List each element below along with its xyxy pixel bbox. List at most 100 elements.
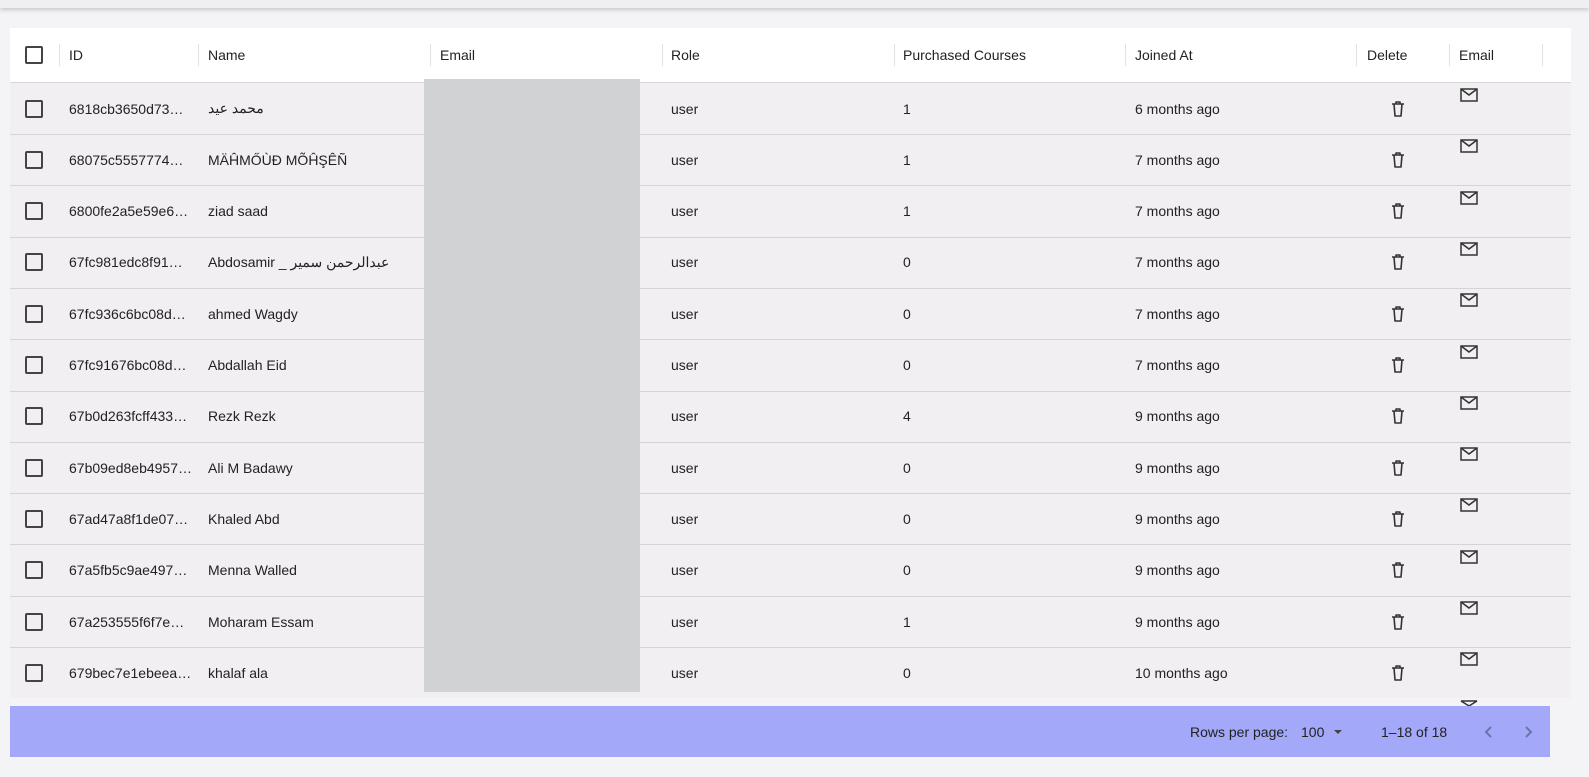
row-checkbox[interactable] [25,545,43,596]
column-separator[interactable] [1356,44,1357,66]
row-checkbox[interactable] [25,288,43,339]
user-role-cell: user [671,664,699,681]
column-header-email-action[interactable]: Email [1459,28,1494,82]
table-row[interactable]: 67fc981edc8f91… Abdosamir _ عبدالرحمن سم… [10,237,1571,289]
row-checkbox[interactable] [25,596,43,647]
joined-at-cell: 10 months ago [1135,664,1228,681]
column-separator[interactable] [894,44,895,66]
table-row[interactable]: 67b09ed8eb4957… Ali M Badawy user 0 9 mo… [10,442,1571,495]
table-row[interactable]: 679bec7e1ebeea… khalaf ala user 0 10 mon… [10,647,1571,698]
column-header-email[interactable]: Email [440,28,475,82]
trash-icon[interactable] [1390,596,1406,647]
purchased-courses-cell: 1 [903,613,911,630]
mail-icon[interactable] [1460,134,1478,185]
row-checkbox[interactable] [25,647,43,698]
user-role-cell: user [671,305,699,322]
user-id-cell: 67b0d263fcff433… [69,408,188,425]
table-row[interactable]: 6800fe2a5e59e6… ziad saad user 1 7 month… [10,186,1571,238]
mail-icon[interactable] [1460,340,1478,391]
column-separator[interactable] [59,44,60,66]
select-all-checkbox[interactable] [25,28,43,82]
row-checkbox[interactable] [25,134,43,185]
mail-icon[interactable] [1460,83,1478,134]
column-separator[interactable] [198,44,199,66]
row-checkbox[interactable] [25,391,43,442]
trash-icon[interactable] [1390,237,1406,288]
mail-icon[interactable] [1460,186,1478,237]
row-checkbox[interactable] [25,340,43,391]
top-app-bar [0,0,1589,8]
table-row[interactable]: 67fc936c6bc08d… ahmed Wagdy user 0 7 mon… [10,288,1571,341]
purchased-courses-cell: 0 [903,510,911,527]
rows-per-page-select[interactable]: 100 [1301,706,1344,757]
mail-icon[interactable] [1460,442,1478,493]
user-id-cell: 68075c5557774… [69,151,184,168]
user-name-cell: Rezk Rezk [208,408,276,425]
mail-icon[interactable] [1460,237,1478,288]
joined-at-cell: 9 months ago [1135,562,1220,579]
mail-icon[interactable] [1460,596,1478,647]
trash-icon[interactable] [1390,647,1406,698]
user-role-cell: user [671,510,699,527]
purchased-courses-cell: 0 [903,357,911,373]
mail-icon[interactable] [1460,545,1478,596]
table-row[interactable]: 67b0d263fcff433… Rezk Rezk user 4 9 mont… [10,391,1571,443]
column-header-id[interactable]: ID [69,28,83,82]
trash-icon[interactable] [1390,545,1406,596]
column-separator[interactable] [1449,44,1450,66]
column-header-role[interactable]: Role [671,28,700,82]
trash-icon[interactable] [1390,442,1406,493]
table-row[interactable]: 68075c5557774… MÄĤMŐÙĐ MÕĤŞÊÑ user 1 7 m… [10,134,1571,187]
column-header-delete[interactable]: Delete [1367,28,1407,82]
user-role-cell: user [671,100,699,117]
joined-at-cell: 9 months ago [1135,613,1220,630]
column-separator[interactable] [1125,44,1126,66]
joined-at-cell: 7 months ago [1135,203,1220,220]
row-checkbox[interactable] [25,237,43,288]
row-checkbox[interactable] [25,493,43,544]
email-column-redaction [424,79,640,692]
table-row[interactable]: 6818cb3650d73… محمد عيد user 1 6 months … [10,83,1571,135]
column-separator[interactable] [1542,44,1543,66]
joined-at-cell: 7 months ago [1135,305,1220,322]
trash-icon[interactable] [1390,340,1406,391]
row-checkbox[interactable] [25,442,43,493]
table-row[interactable]: 67a253555f6f7e… Moharam Essam user 1 9 m… [10,596,1571,648]
trash-icon[interactable] [1390,493,1406,544]
user-name-cell: Moharam Essam [208,613,314,630]
column-separator[interactable] [662,44,663,66]
trash-icon[interactable] [1390,134,1406,185]
trash-icon[interactable] [1390,83,1406,134]
column-header-name[interactable]: Name [208,28,245,82]
mail-icon[interactable] [1460,391,1478,442]
user-role-cell: user [671,562,699,579]
chevron-left-icon[interactable] [1482,706,1496,757]
joined-at-cell: 7 months ago [1135,151,1220,168]
chevron-right-icon[interactable] [1521,706,1535,757]
user-role-cell: user [671,613,699,630]
purchased-courses-cell: 0 [903,459,911,476]
column-header-purchased-courses[interactable]: Purchased Courses [903,28,1026,82]
user-name-cell: Abdosamir _ عبدالرحمن سمير [208,253,390,270]
mail-icon[interactable] [1460,493,1478,544]
table-row[interactable]: 67a5fb5c9ae497… Menna Walled user 0 9 mo… [10,545,1571,597]
user-name-cell: MÄĤMŐÙĐ MÕĤŞÊÑ [208,151,348,168]
mail-icon[interactable] [1460,647,1478,698]
trash-icon[interactable] [1390,288,1406,339]
user-id-cell: 67b09ed8eb4957… [69,459,191,476]
purchased-courses-cell: 1 [903,100,911,117]
trash-icon[interactable] [1390,391,1406,442]
trash-icon[interactable] [1390,186,1406,237]
row-checkbox[interactable] [25,83,43,134]
row-checkbox[interactable] [25,186,43,237]
purchased-courses-cell: 0 [903,305,911,322]
purchased-courses-cell: 0 [903,254,911,271]
mail-icon[interactable] [1460,288,1478,339]
user-id-cell: 67a5fb5c9ae497… [69,562,188,579]
purchased-courses-cell: 1 [903,151,911,168]
user-role-cell: user [671,203,699,220]
table-row[interactable]: 67ad47a8f1de07… Khaled Abd user 0 9 mont… [10,493,1571,546]
column-header-joined-at[interactable]: Joined At [1135,28,1193,82]
column-separator[interactable] [430,44,431,66]
table-row[interactable]: 67fc91676bc08d… Abdallah Eid user 0 7 mo… [10,340,1571,392]
